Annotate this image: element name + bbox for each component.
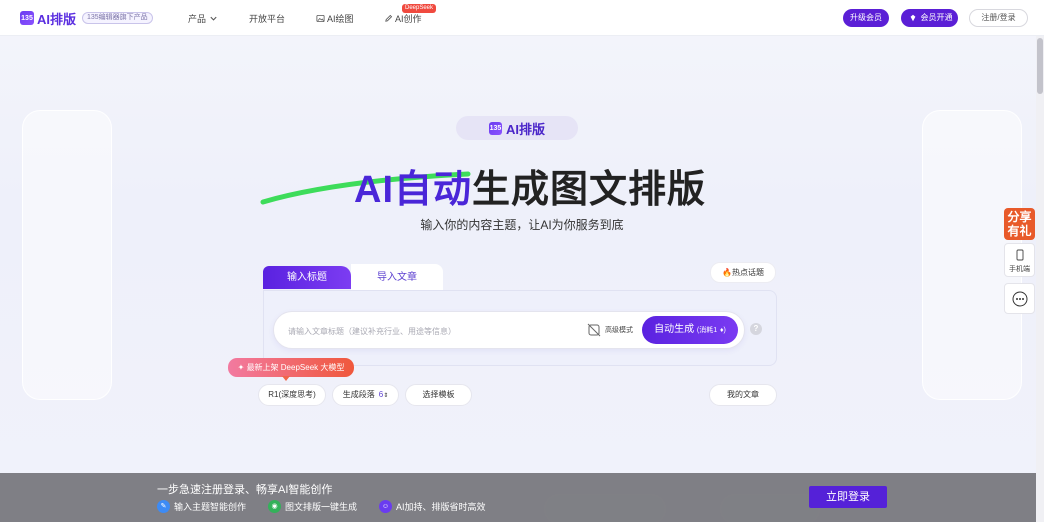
feature-label: 输入主题智能创作 [174,502,247,512]
image-icon [316,14,325,23]
brand-pill-text: AI排版 [505,121,545,137]
hero-title: AI自动生成图文排版 [354,158,706,213]
tab-import-article[interactable]: 导入文章 [351,264,443,291]
edit-icon: ✎ [157,500,170,513]
share-gift-line2: 有礼 [1007,224,1032,238]
member-open-label: 会员开通 [920,13,953,22]
nav-open-platform[interactable]: 开放平台 [249,12,285,25]
deepseek-banner: ✦ 最新上架 DeepSeek 大模型 [228,358,354,381]
diamond-icon [910,14,916,22]
bottom-login-bar: 一步急速注册登录、畅享AI智能创作 ✎ 输入主题智能创作 ◉ 图文排版一键生成 … [0,473,1036,522]
mobile-phone-icon [1016,249,1024,261]
chat-more-icon [1012,291,1028,307]
upgrade-vip-button[interactable]: 升级会员 [843,9,889,27]
title-input[interactable] [288,322,578,340]
model-select-label: R1(深度思考) [268,390,316,399]
stepper-icon: ⇕ [383,393,389,399]
brand-pill: 135 AI排版 [456,116,578,140]
nav-ai-drawing-label: AI绘图 [327,14,354,24]
decor-card-left [22,110,112,400]
sparkle-icon: ✦ [237,363,247,372]
login-now-button[interactable]: 立即登录 [809,486,887,508]
help-icon[interactable]: ? [750,323,762,335]
feature-item: ☺ AI加持、排版省时高效 [379,500,486,513]
scrollbar-thumb[interactable] [1037,38,1043,94]
brand-pill-logo-icon: 135 [488,121,502,135]
hero-title-rest: 生成图文排版 [472,169,707,211]
hero-title-accent: AI自动 [354,169,473,211]
select-template-button[interactable]: 选择模板 [405,384,472,406]
pen-icon [385,14,393,22]
paragraphs-label: 生成段落 [342,390,375,399]
chevron-down-icon [210,16,217,21]
mobile-label: 手机端 [1009,266,1030,273]
nav-open-platform-label: 开放平台 [249,14,286,24]
feature-label: 图文排版一键生成 [285,502,358,512]
logo-badge: 135编辑器旗下产品 [82,12,153,24]
logo-mark-icon: 135 [20,11,34,25]
auto-generate-label: 自动生成 [654,324,695,335]
member-open-button[interactable]: 会员开通 [901,9,958,27]
deepseek-tag: DeepSeek [402,4,437,13]
nav-ai-drawing[interactable]: AI绘图 [316,12,354,25]
layout-icon: ◉ [268,500,281,513]
paragraphs-select[interactable]: 生成段落 6⇕ [332,384,399,406]
login-register-button[interactable]: 注册/登录 [969,9,1028,27]
title-input-box: 高级模式 自动生成 (消耗1 ♦) [273,311,745,349]
logo-text: AI排版 [37,11,77,27]
nav-ai-creation-label: AI创作 [395,14,422,24]
model-select[interactable]: R1(深度思考) [258,384,326,406]
fire-icon: 🔥 [722,268,732,277]
mobile-button[interactable]: 手机端 [1004,243,1035,277]
feature-item: ✎ 输入主题智能创作 [157,500,246,513]
feature-item: ◉ 图文排版一键生成 [268,500,357,513]
hero-subtitle: 输入你的内容主题，让AI为你服务到底 [420,218,624,232]
auto-generate-button[interactable]: 自动生成 (消耗1 ♦) [642,316,738,344]
nav-product[interactable]: 产品 [188,12,218,25]
scrollbar-track[interactable] [1036,36,1044,522]
auto-generate-cost: (消耗1 [696,327,718,334]
my-articles-button[interactable]: 我的文章 [709,384,777,406]
advanced-mode-icon[interactable] [587,323,601,337]
more-options-button[interactable] [1004,283,1035,314]
share-gift-line1: 分享 [1007,210,1032,224]
robot-icon: ☺ [379,500,392,513]
deepseek-banner-label: 最新上架 DeepSeek 大模型 [246,363,345,372]
hot-topics-label: 热点话题 [731,268,764,277]
advanced-mode-label[interactable]: 高级模式 [605,325,633,335]
nav-product-label: 产品 [188,14,207,24]
diamond-icon: ♦) [719,327,726,334]
nav-ai-creation[interactable]: AI创作 [384,12,422,25]
feature-label: AI加持、排版省时高效 [396,502,486,512]
top-header: 135 AI排版 135编辑器旗下产品 产品 开放平台 AI绘图 AI创作 De… [0,0,1044,36]
tab-input-title[interactable]: 输入标题 [263,266,351,289]
share-gift-button[interactable]: 分享 有礼 [1004,208,1035,240]
bottom-bar-title: 一步急速注册登录、畅享AI智能创作 [157,484,333,496]
hot-topics-button[interactable]: 🔥热点话题 [710,262,776,283]
site-logo[interactable]: 135 AI排版 [20,10,77,27]
